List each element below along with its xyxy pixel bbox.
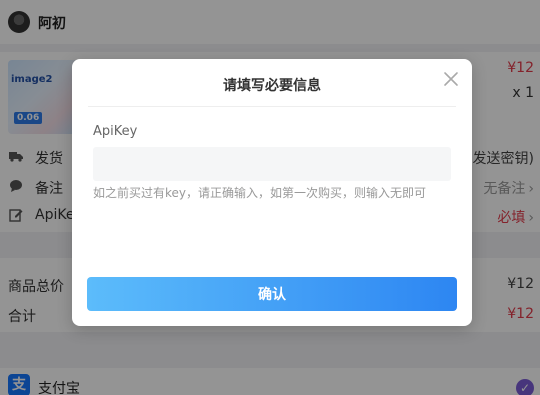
required-info-dialog: 请填写必要信息 ApiKey 如之前买过有key，请正确输入，如第一次购买，则输… [72, 59, 472, 326]
apikey-field-label: ApiKey [93, 124, 138, 139]
confirm-button[interactable]: 确认 [87, 277, 457, 311]
apikey-input[interactable] [93, 147, 451, 181]
apikey-hint: 如之前买过有key，请正确输入，如第一次购买，则输入无即可 [93, 186, 427, 200]
order-page: 阿初 image2 0.06 ¥12 x 1 发货 发送密钥) 备注 无备注› [0, 0, 540, 395]
dialog-divider [88, 106, 456, 107]
dialog-title: 请填写必要信息 [223, 78, 321, 94]
close-icon[interactable] [442, 70, 460, 88]
